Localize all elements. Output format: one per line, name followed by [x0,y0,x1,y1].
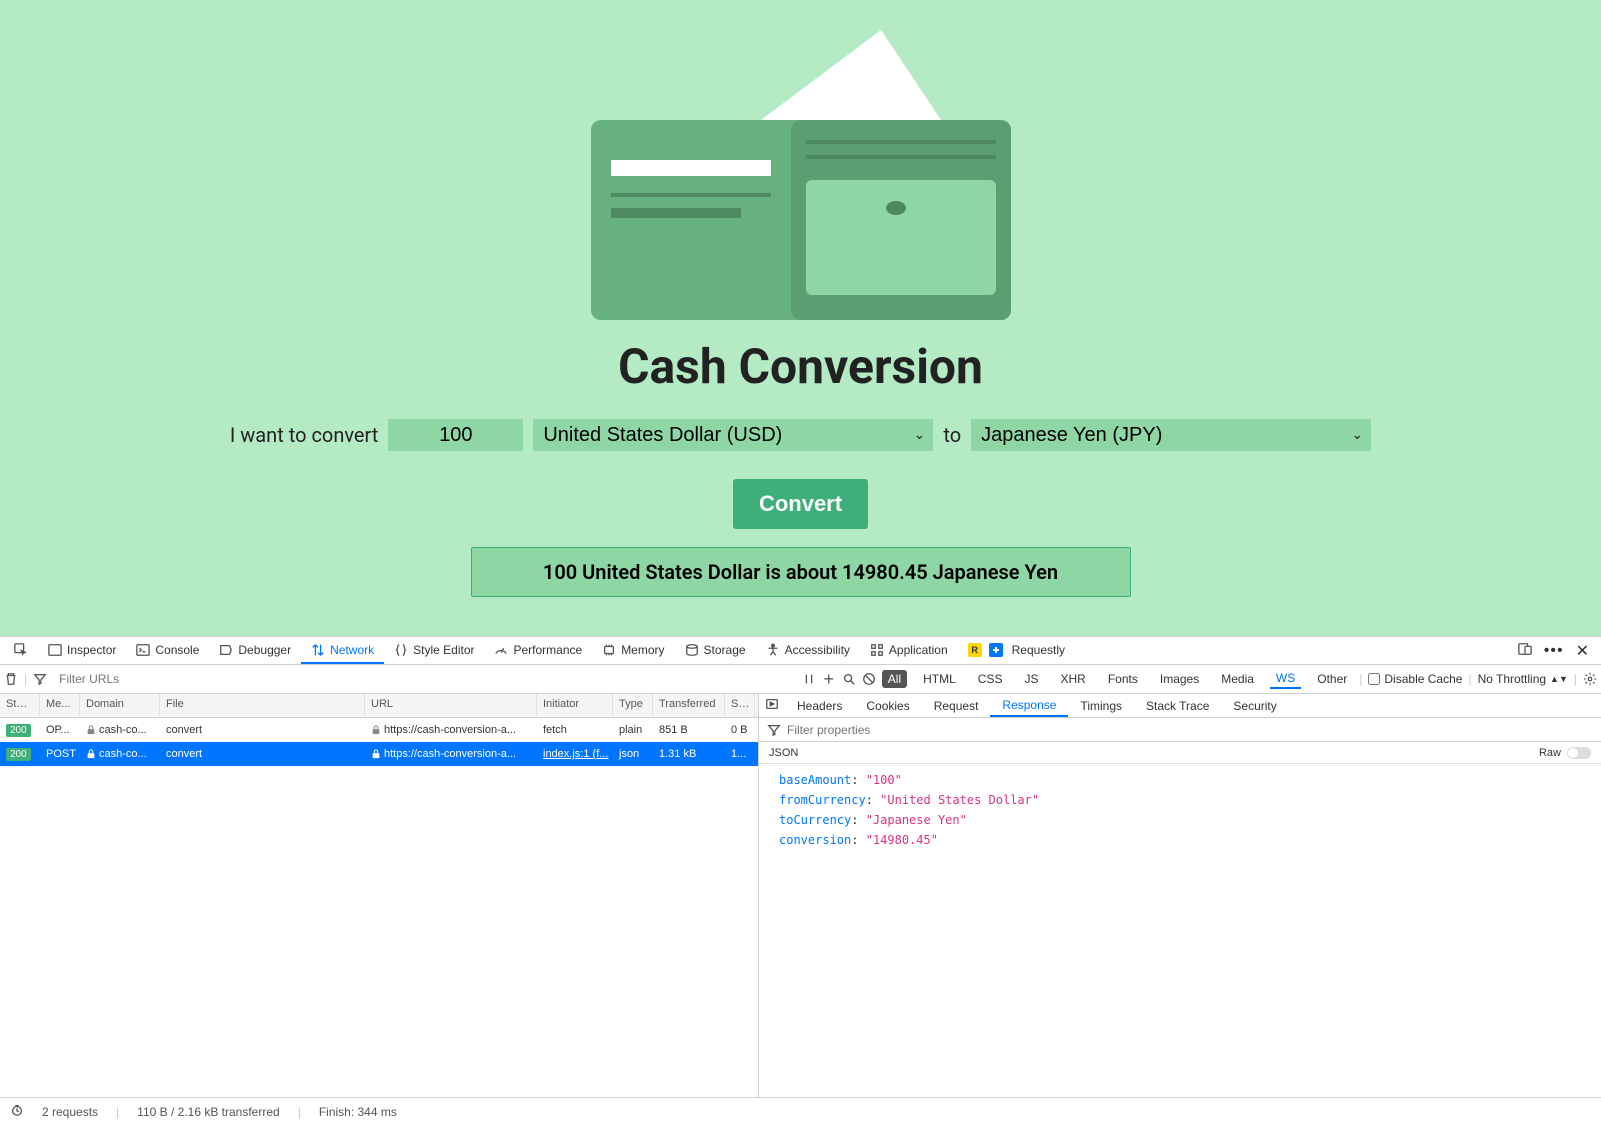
search-icon[interactable] [842,672,856,686]
table-row[interactable]: 200OP...cash-co...converthttps://cash-co… [0,718,758,742]
pause-icon[interactable] [802,672,816,686]
amount-input[interactable] [388,419,523,451]
block-icon[interactable] [862,672,876,686]
devtools-panel: Inspector Console Debugger Network Style… [0,636,1601,1125]
result-banner: 100 United States Dollar is about 14980.… [471,547,1131,597]
tab-memory[interactable]: Memory [592,637,674,664]
col-url[interactable]: URL [365,694,537,717]
col-domain[interactable]: Domain [80,694,160,717]
status-requests: 2 requests [42,1105,98,1119]
wallet-illustration [591,30,1011,320]
filter-images[interactable]: Images [1154,670,1205,688]
json-property: baseAmount: "100" [779,770,1601,790]
throttling-select[interactable]: No Throttling▲▼ [1478,672,1568,686]
tab-style-editor[interactable]: Style Editor [384,637,484,664]
network-toolbar: | + All HTML CSS JS XHR Fonts Images Med… [0,665,1601,694]
json-response-body: baseAmount: "100"fromCurrency: "United S… [759,764,1601,856]
table-row[interactable]: 200POSTcash-co...converthttps://cash-con… [0,742,758,766]
col-status[interactable]: Stat... [0,694,40,717]
funnel-icon [767,723,781,737]
request-list: Stat... Me... Domain File URL Initiator … [0,694,759,1097]
toggle-raw-icon[interactable] [765,697,779,714]
tab-storage[interactable]: Storage [675,637,756,664]
json-property: toCurrency: "Japanese Yen" [779,810,1601,830]
tab-network[interactable]: Network [301,637,384,664]
devtools-status-bar: 2 requests | 110 B / 2.16 kB transferred… [0,1097,1601,1125]
reload-timer-icon[interactable] [10,1103,24,1120]
col-method[interactable]: Me... [40,694,80,717]
label-to: to [943,423,961,447]
detail-tab-stack-trace[interactable]: Stack Trace [1134,694,1221,717]
filter-fonts[interactable]: Fonts [1102,670,1144,688]
detail-tab-bar: Headers Cookies Request Response Timings… [759,694,1601,718]
col-file[interactable]: File [160,694,365,717]
convert-button[interactable]: Convert [733,479,868,529]
cash-conversion-app: Cash Conversion I want to convert United… [0,0,1601,636]
close-icon[interactable]: ✕ [1576,641,1589,661]
detail-tab-headers[interactable]: Headers [785,694,854,717]
status-finish: Finish: 344 ms [319,1105,397,1119]
plus-icon[interactable]: + [822,672,836,686]
conversion-form: I want to convert United States Dollar (… [230,419,1371,451]
label-intro: I want to convert [230,423,378,447]
to-currency-select[interactable]: Japanese Yen (JPY) [971,419,1371,451]
col-type[interactable]: Type [613,694,653,717]
tab-accessibility[interactable]: Accessibility [756,637,860,664]
devtools-tab-bar: Inspector Console Debugger Network Style… [0,637,1601,665]
network-body: Stat... Me... Domain File URL Initiator … [0,694,1601,1097]
responsive-mode-icon[interactable] [1518,642,1532,659]
detail-tab-cookies[interactable]: Cookies [854,694,921,717]
json-header: JSON Raw [759,742,1601,764]
filter-xhr[interactable]: XHR [1055,670,1092,688]
json-property: conversion: "14980.45" [779,830,1601,850]
filter-css[interactable]: CSS [972,670,1009,688]
request-detail-panel: Headers Cookies Request Response Timings… [759,694,1601,1097]
col-transferred[interactable]: Transferred [653,694,725,717]
status-transferred: 110 B / 2.16 kB transferred [137,1105,280,1119]
col-size[interactable]: Si... [725,694,755,717]
request-list-header: Stat... Me... Domain File URL Initiator … [0,694,758,718]
filter-all[interactable]: All [882,670,907,688]
filter-media[interactable]: Media [1215,670,1260,688]
tab-performance[interactable]: Performance [484,637,592,664]
detail-tab-security[interactable]: Security [1221,694,1288,717]
more-icon[interactable]: ••• [1544,642,1564,660]
tab-debugger[interactable]: Debugger [209,637,301,664]
filter-other[interactable]: Other [1311,670,1353,688]
filter-properties-input[interactable] [787,723,1593,737]
detail-tab-timings[interactable]: Timings [1068,694,1134,717]
json-label: JSON [769,747,798,759]
tab-requestly[interactable]: RRequestly [958,637,1075,664]
tab-console[interactable]: Console [126,637,209,664]
tab-inspector[interactable]: Inspector [38,637,126,664]
trash-icon[interactable] [4,672,18,686]
from-currency-select[interactable]: United States Dollar (USD) [533,419,933,451]
raw-toggle[interactable]: Raw [1539,747,1591,759]
disable-cache-checkbox[interactable]: Disable Cache [1368,672,1462,686]
filter-html[interactable]: HTML [917,670,962,688]
gear-icon[interactable] [1583,672,1597,686]
pick-element-icon[interactable] [4,637,38,664]
tab-application[interactable]: Application [860,637,958,664]
filter-js[interactable]: JS [1018,670,1044,688]
json-property: fromCurrency: "United States Dollar" [779,790,1601,810]
col-initiator[interactable]: Initiator [537,694,613,717]
funnel-icon[interactable] [33,672,47,686]
filter-type-tabs: All HTML CSS JS XHR Fonts Images Media W… [882,669,1353,689]
filter-ws[interactable]: WS [1270,669,1301,689]
detail-tab-request[interactable]: Request [922,694,991,717]
detail-filter-row [759,718,1601,742]
detail-tab-response[interactable]: Response [990,694,1068,717]
app-title: Cash Conversion [618,338,983,395]
filter-urls-input[interactable] [53,670,233,688]
